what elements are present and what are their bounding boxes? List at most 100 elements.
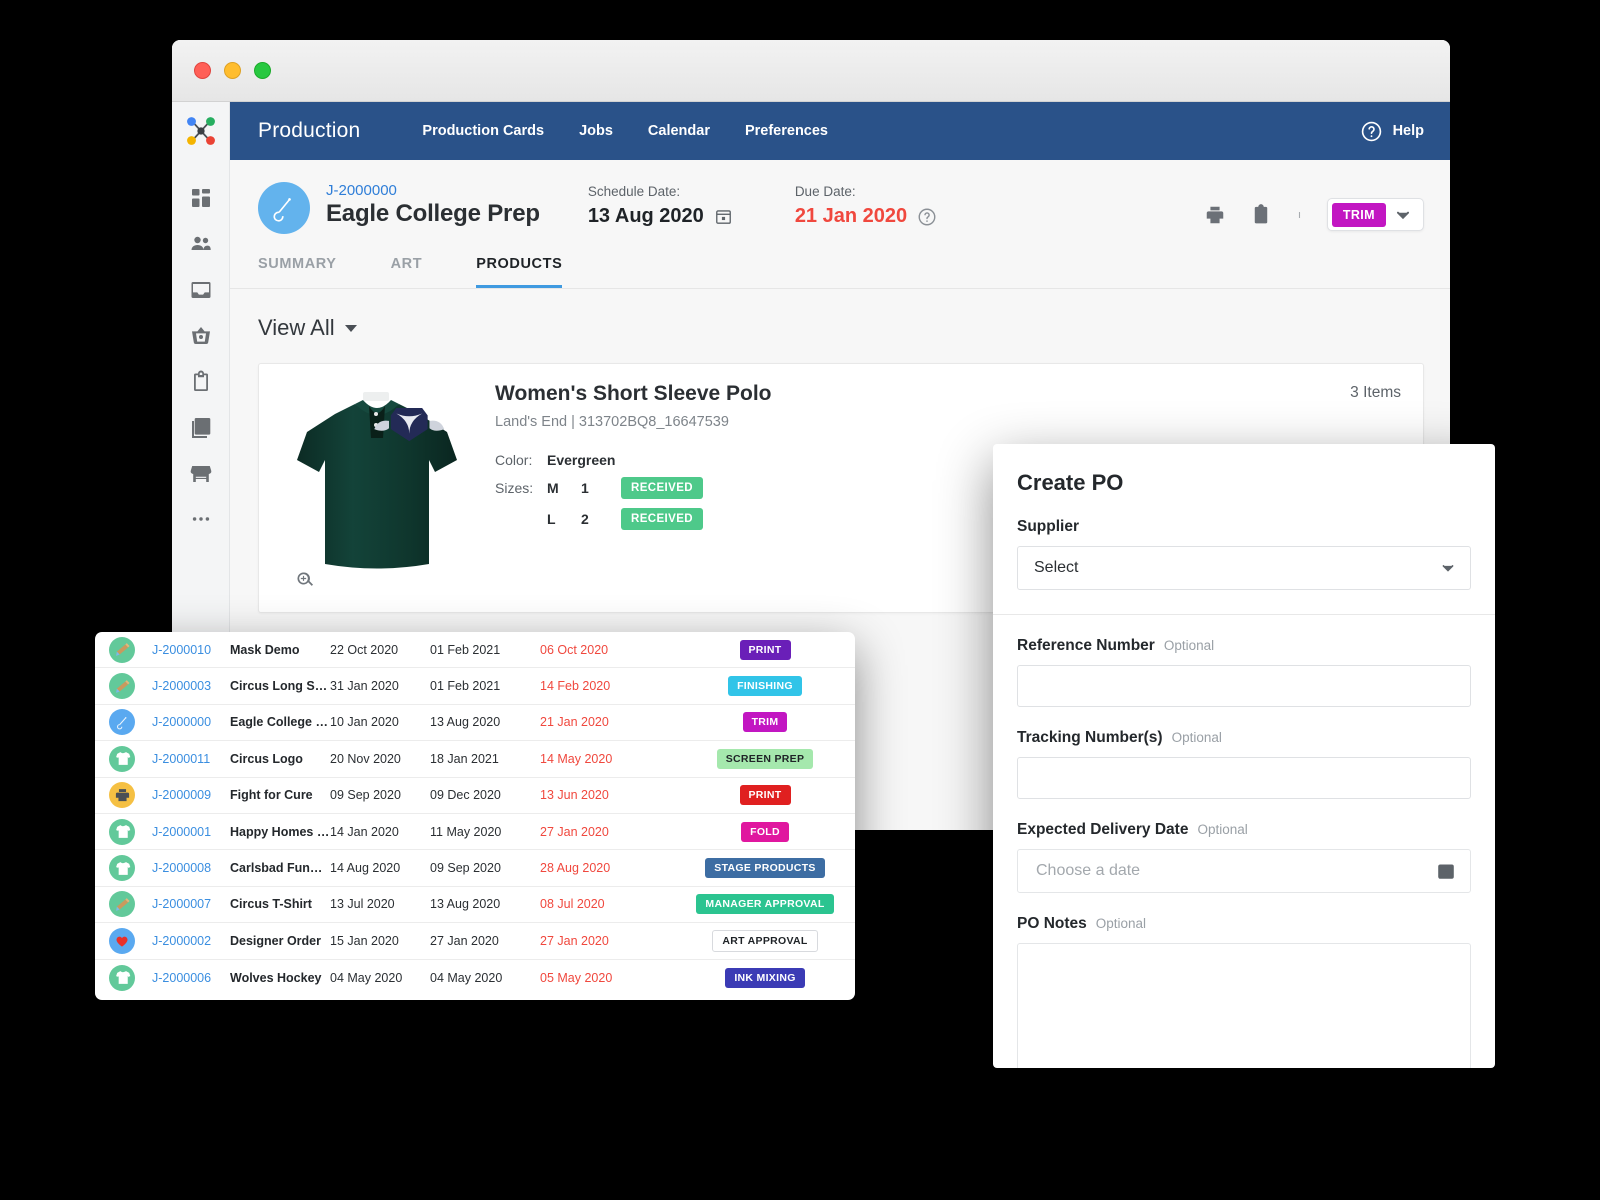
- basket-icon[interactable]: [189, 324, 213, 348]
- section-divider: [993, 614, 1495, 615]
- job-list-row[interactable]: J-2000010 Mask Demo 22 Oct 2020 01 Feb 2021…: [95, 632, 855, 669]
- print-icon[interactable]: [1204, 204, 1226, 226]
- window-minimize-button[interactable]: [224, 62, 241, 79]
- expected-delivery-label-text: Expected Delivery Date: [1017, 821, 1189, 838]
- tab-products[interactable]: PRODUCTS: [476, 256, 563, 288]
- job-list-due-date: 08 Jul 2020: [540, 897, 605, 912]
- supplier-select[interactable]: Select: [1017, 546, 1471, 590]
- nav-link-production-cards[interactable]: Production Cards: [422, 123, 544, 139]
- job-list-row[interactable]: J-2000007 Circus T-Shirt 13 Jul 2020 13 Aug…: [95, 887, 855, 924]
- status-badge: SCREEN PREP: [716, 748, 814, 769]
- job-list-id[interactable]: J-2000002: [152, 934, 230, 948]
- job-list-row[interactable]: J-2000011 Circus Logo 20 Nov 2020 18 Jan 20…: [95, 741, 855, 778]
- pinwheel-logo[interactable]: [172, 102, 229, 160]
- job-list-schedule-date: 04 May 2020: [430, 970, 503, 985]
- job-list-id[interactable]: J-2000003: [152, 679, 230, 693]
- job-name: Eagle College Prep: [326, 200, 540, 227]
- job-list-id[interactable]: J-2000001: [152, 825, 230, 839]
- tab-summary[interactable]: SUMMARY: [258, 256, 337, 288]
- schedule-date-block: Schedule Date: 13 Aug 2020: [588, 182, 733, 228]
- dashboard-icon[interactable]: [189, 186, 213, 210]
- job-list-id[interactable]: J-2000009: [152, 788, 230, 802]
- people-icon[interactable]: [189, 232, 213, 256]
- reference-number-input[interactable]: [1017, 665, 1471, 707]
- job-list-created-date: 15 Jan 2020: [330, 933, 399, 948]
- job-id[interactable]: J-2000000: [326, 182, 540, 199]
- po-notes-textarea[interactable]: [1017, 943, 1471, 1068]
- job-list-due-date: 21 Jan 2020: [540, 715, 609, 730]
- color-value: Evergreen: [547, 452, 616, 468]
- job-list-name: Fight for Cure: [230, 788, 313, 803]
- notes-optional-tag: Optional: [1095, 916, 1147, 931]
- reference-number-label-text: Reference Number: [1017, 637, 1155, 654]
- job-avatar: [258, 182, 310, 234]
- color-label: Color:: [495, 452, 533, 468]
- nav-link-preferences[interactable]: Preferences: [745, 123, 828, 139]
- clipboard-icon[interactable]: [189, 370, 213, 394]
- job-list-id[interactable]: J-2000010: [152, 643, 230, 657]
- job-list-schedule-date: 11 May 2020: [430, 824, 502, 839]
- job-list-status-cell: MANAGER APPROVAL: [680, 894, 850, 915]
- job-list-id[interactable]: J-2000008: [152, 861, 230, 875]
- due-date-text: 21 Jan 2020: [794, 205, 908, 227]
- due-date-block: Due Date: 21 Jan 2020: [795, 182, 937, 228]
- sidebar-icon-list: [189, 186, 213, 530]
- inbox-icon[interactable]: [189, 278, 213, 302]
- job-list-schedule-date: 13 Aug 2020: [430, 715, 501, 730]
- tracking-number-input[interactable]: [1017, 757, 1471, 799]
- documents-icon[interactable]: [189, 416, 213, 440]
- window-close-button[interactable]: [194, 62, 211, 79]
- calendar-icon[interactable]: [1436, 861, 1456, 881]
- job-status-dropdown[interactable]: TRIM: [1326, 198, 1424, 231]
- view-all-dropdown[interactable]: View All: [258, 315, 1424, 341]
- tab-art[interactable]: ART: [391, 256, 423, 288]
- window-maximize-button[interactable]: [254, 62, 271, 79]
- job-list-name: Eagle College Prep: [230, 715, 330, 730]
- job-header: J-2000000 Eagle College Prep Schedule Da…: [230, 160, 1450, 289]
- job-list-schedule-date: 09 Dec 2020: [430, 788, 501, 803]
- sizes-label: Sizes:: [495, 480, 534, 496]
- status-badge: PRINT: [739, 785, 791, 806]
- more-vertical-icon[interactable]: [1296, 204, 1303, 226]
- job-list-row[interactable]: J-2000008Carlsbad Fundraiser14 Aug 2020 0…: [95, 850, 855, 887]
- job-list-row[interactable]: J-2000006 Wolves Hockey 04 May 2020 04 May …: [95, 960, 855, 996]
- job-list-name: Designer Order: [230, 933, 322, 948]
- job-header-row: J-2000000 Eagle College Prep Schedule Da…: [258, 182, 1424, 234]
- size-qty: 1: [581, 480, 589, 496]
- more-icon[interactable]: [190, 508, 212, 530]
- supplier-label-text: Supplier: [1017, 518, 1080, 535]
- store-icon[interactable]: [189, 462, 213, 486]
- job-list-row[interactable]: J-2000001Happy Homes 202…14 Jan 2020 11 M…: [95, 814, 855, 851]
- job-header-actions: TRIM: [1204, 182, 1424, 231]
- job-list-id[interactable]: J-2000007: [152, 897, 230, 911]
- job-list-created-date: 13 Jul 2020: [330, 897, 395, 912]
- job-list-row[interactable]: J-2000002 Designer Order 15 Jan 2020 27 Jan…: [95, 923, 855, 960]
- status-badge: FINISHING: [728, 676, 802, 697]
- job-list-schedule-date: 27 Jan 2020: [430, 933, 499, 948]
- job-list-status-cell: TRIM: [680, 712, 850, 733]
- calendar-icon[interactable]: [714, 207, 733, 226]
- nav-link-jobs[interactable]: Jobs: [579, 123, 613, 139]
- status-badge: STAGE PRODUCTS: [705, 858, 825, 879]
- help-icon: [1361, 121, 1381, 141]
- clipboard-icon[interactable]: [1250, 203, 1272, 226]
- job-list-schedule-date: 13 Aug 2020: [430, 897, 501, 912]
- tshirt-icon: [109, 855, 135, 882]
- job-list-name: Carlsbad Fundraiser: [230, 861, 330, 876]
- job-list-row[interactable]: J-2000000Eagle College Prep10 Jan 2020 13…: [95, 705, 855, 742]
- delivery-optional-tag: Optional: [1197, 822, 1248, 837]
- help-button[interactable]: Help: [1360, 120, 1424, 143]
- chevron-down-icon: [1396, 211, 1410, 219]
- zoom-icon[interactable]: [295, 570, 315, 590]
- help-circle-icon[interactable]: [917, 207, 937, 227]
- job-list-created-date: 14 Aug 2020: [330, 861, 401, 876]
- job-list-row[interactable]: J-2000003Circus Long Sleev…31 Jan 2020 01…: [95, 668, 855, 705]
- job-list-id[interactable]: J-2000011: [152, 752, 230, 766]
- job-list-created-date: 22 Oct 2020: [330, 642, 399, 657]
- nav-link-calendar[interactable]: Calendar: [648, 123, 710, 139]
- job-list-id[interactable]: J-2000006: [152, 971, 230, 985]
- expected-delivery-date-field[interactable]: Choose a date: [1017, 849, 1471, 893]
- job-list-row[interactable]: J-2000009 Fight for Cure 09 Sep 2020 09 Dec…: [95, 778, 855, 814]
- job-list-id[interactable]: J-2000000: [152, 715, 230, 729]
- create-po-body: Create PO Supplier Select Reference Numb…: [993, 444, 1495, 1068]
